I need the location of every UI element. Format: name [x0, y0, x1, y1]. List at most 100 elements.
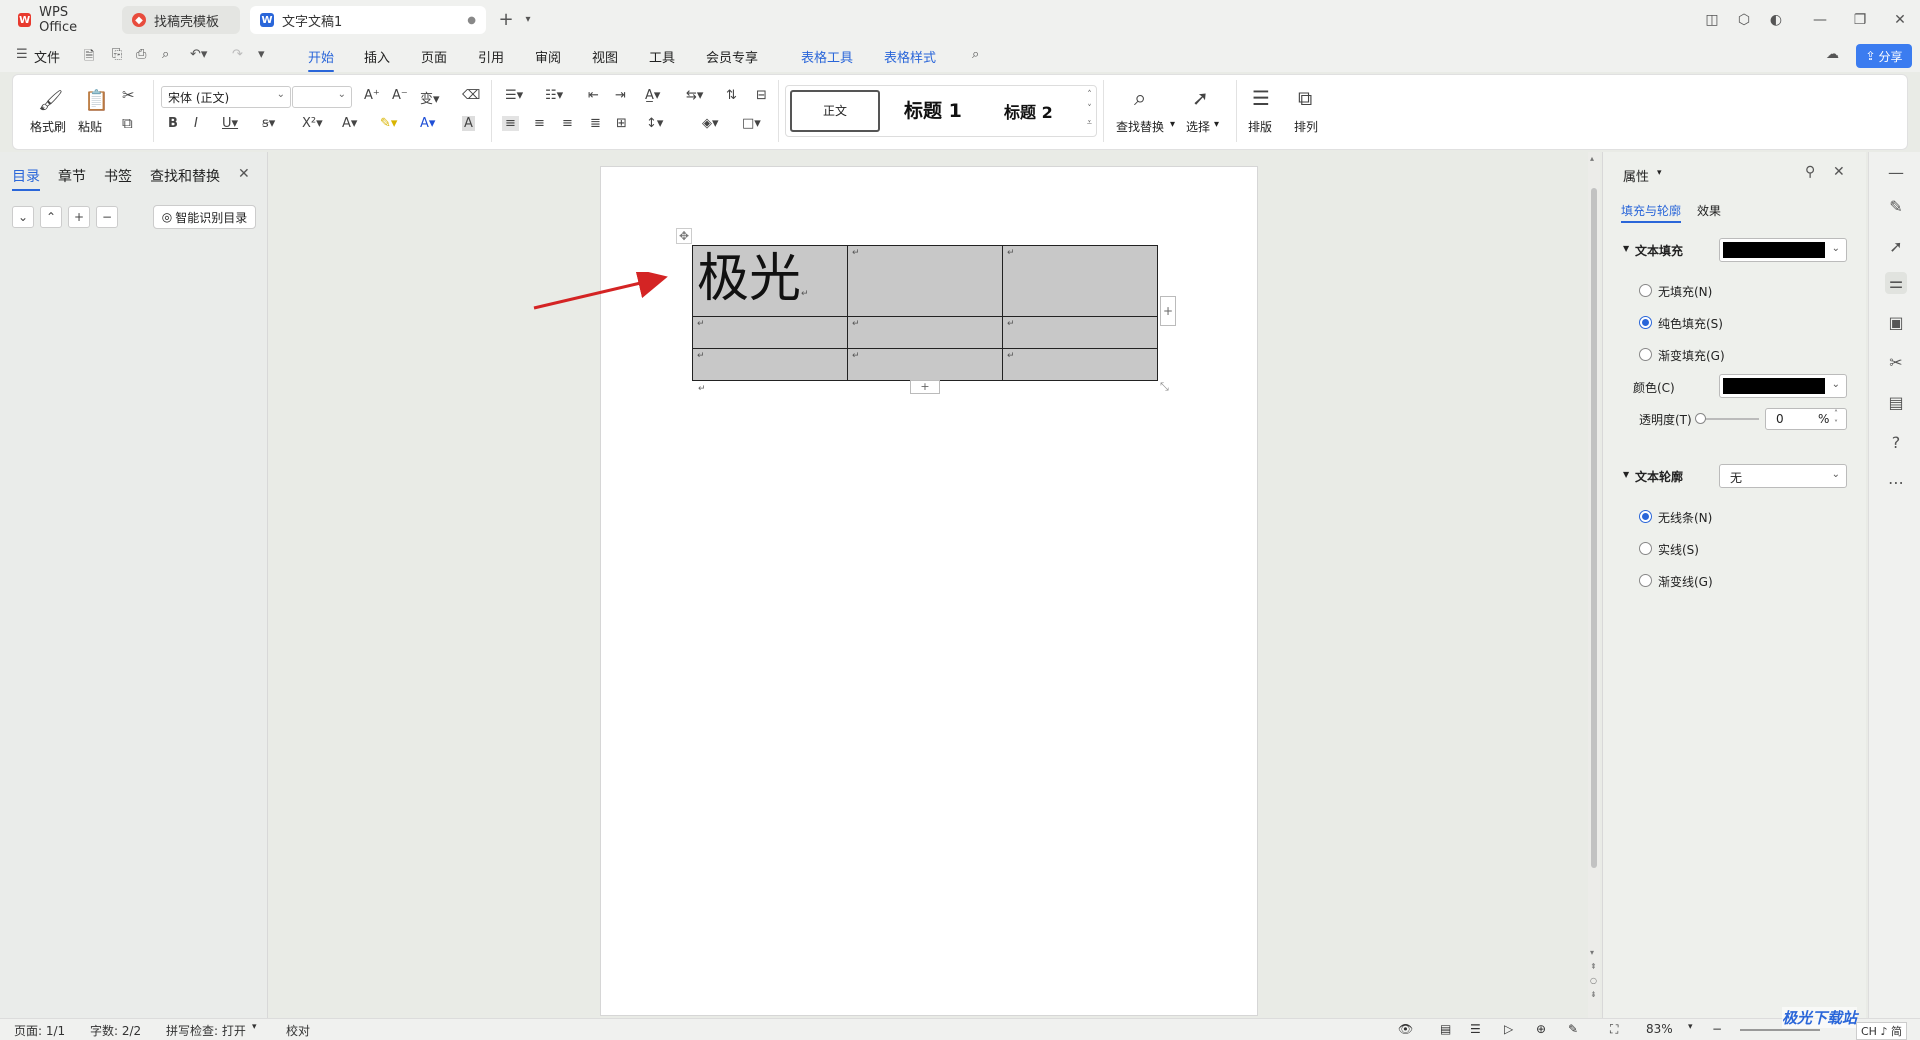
collapse-triangle-icon[interactable]: ▼	[1623, 470, 1629, 479]
font-name-select[interactable]: 宋体 (正文) ⌄	[161, 86, 291, 108]
menu-table-tools[interactable]: 表格工具	[801, 47, 853, 66]
align-left-icon[interactable]: ≡	[502, 116, 519, 131]
menu-member[interactable]: 会员专享	[706, 47, 758, 66]
text-direction-icon[interactable]: A̲▾	[645, 88, 660, 103]
table-cell[interactable]: ↵	[692, 316, 848, 349]
table-cell[interactable]: ↵	[1002, 245, 1158, 317]
vertical-scrollbar[interactable]: ▴ ▾ ⇞ ○ ⇟	[1588, 152, 1600, 1018]
chevron-down-icon[interactable]: ▾	[1170, 119, 1175, 130]
sort-icon[interactable]: ⇅	[726, 88, 737, 103]
chevron-down-icon[interactable]: ▾	[518, 10, 538, 30]
font-color-icon[interactable]: A▾	[420, 116, 435, 131]
scroll-up-icon[interactable]: ▴	[1590, 154, 1594, 163]
zoom-level[interactable]: 83%	[1646, 1022, 1673, 1036]
outdent-icon[interactable]: ⇤	[588, 88, 599, 103]
color-select[interactable]: ⌄	[1719, 374, 1847, 398]
eye-icon[interactable]: 👁	[1398, 1022, 1413, 1036]
resize-handle-icon[interactable]: ⤡	[1160, 380, 1169, 394]
tools-icon[interactable]: ✂	[1885, 352, 1907, 374]
properties-icon[interactable]: ⚌	[1885, 272, 1907, 294]
collapse-triangle-icon[interactable]: ▼	[1623, 244, 1629, 253]
gallery-scroll-icon[interactable]: ˄ ˅ ⩡	[1087, 88, 1092, 130]
pen-view-icon[interactable]: ✎	[1568, 1022, 1578, 1036]
play-icon[interactable]: ▷	[1504, 1022, 1513, 1036]
collapse-up-icon[interactable]: ⌃	[40, 206, 62, 228]
chevron-down-icon[interactable]: ▾	[1214, 119, 1219, 130]
page-indicator[interactable]: 页面: 1/1	[14, 1022, 65, 1039]
table-cell[interactable]: ↵	[1002, 348, 1158, 381]
cube-icon[interactable]: ⬡	[1734, 10, 1754, 30]
font-grow-icon[interactable]: A⁺	[364, 88, 380, 103]
style-heading2[interactable]: 标题 2	[1004, 99, 1053, 123]
document-table[interactable]: 极光↵ ↵ ↵ ↵ ↵ ↵ ↵ ↵ ↵	[692, 245, 1158, 381]
font-size-select[interactable]: ⌄	[292, 86, 352, 108]
new-tab-icon[interactable]: +	[496, 10, 516, 30]
indent-icon[interactable]: ⇥	[615, 88, 626, 103]
table-cell[interactable]: ↵	[847, 316, 1003, 349]
tab-wps-office[interactable]: W WPS Office	[8, 5, 116, 35]
copy-icon[interactable]: ⧉	[122, 114, 133, 132]
highlight-icon[interactable]: ✎▾	[380, 116, 397, 131]
hamburger-icon[interactable]: ☰	[16, 47, 28, 62]
menu-file[interactable]: 文件	[34, 47, 60, 66]
chevron-down-icon[interactable]: ▾	[1657, 168, 1662, 178]
paste-button[interactable]: 粘贴	[78, 118, 102, 135]
zoom-out-icon[interactable]: −	[1712, 1022, 1722, 1036]
more-chevron-icon[interactable]: ▾	[258, 47, 265, 62]
text-outline-select[interactable]: 无 ⌄	[1719, 464, 1847, 488]
tab-chapter[interactable]: 章节	[58, 166, 86, 186]
table-cell[interactable]: ↵	[847, 245, 1003, 317]
redo-icon[interactable]: ↷	[232, 47, 243, 62]
bullet-list-icon[interactable]: ☰▾	[505, 88, 523, 103]
pen-icon[interactable]: ✎	[1885, 196, 1907, 218]
save-icon[interactable]: 🗎	[84, 47, 94, 69]
menu-references[interactable]: 引用	[478, 47, 504, 66]
cell-text[interactable]: 极光	[697, 249, 801, 309]
chevron-down-icon[interactable]: ▾	[1688, 1022, 1693, 1032]
table-cell[interactable]: ↵	[692, 348, 848, 381]
close-icon[interactable]: ✕	[1833, 164, 1845, 180]
transparency-input[interactable]: 0 % ˄ ˅	[1765, 408, 1847, 430]
char-shading-icon[interactable]: A	[462, 116, 475, 131]
superscript-icon[interactable]: X²▾	[302, 116, 323, 131]
help-icon[interactable]: ?	[1885, 432, 1907, 454]
tab-fill-outline[interactable]: 填充与轮廓	[1621, 202, 1682, 223]
distribute-icon[interactable]: ⊞	[616, 116, 627, 131]
underline-icon[interactable]: U▾	[222, 116, 238, 131]
scroll-thumb[interactable]	[1591, 188, 1597, 868]
share-button[interactable]: ⇪ 分享	[1856, 44, 1912, 68]
ime-indicator[interactable]: CH ♪ 简	[1856, 1022, 1907, 1040]
chevron-down-icon[interactable]: ▾	[252, 1022, 257, 1032]
add-row-icon[interactable]: +	[910, 380, 940, 394]
cut-icon[interactable]: ✂	[122, 86, 135, 104]
border-icon[interactable]: □▾	[742, 116, 761, 131]
select-button[interactable]: 选择	[1186, 118, 1210, 135]
menu-home[interactable]: 开始	[308, 47, 335, 72]
radio-gradient-fill[interactable]	[1639, 348, 1652, 361]
tab-stop-icon[interactable]: ⊟	[756, 88, 767, 103]
layout-icon[interactable]: ◫	[1702, 10, 1722, 30]
close-panel-icon[interactable]: ✕	[238, 166, 250, 182]
format-painter-button[interactable]: 格式刷	[30, 118, 66, 135]
more-icon[interactable]: ⋯	[1885, 472, 1907, 494]
fit-page-icon[interactable]: ⛶	[1610, 1022, 1618, 1037]
radio-no-line[interactable]	[1639, 510, 1652, 523]
tab-document[interactable]: W 文字文稿1 ●	[250, 6, 486, 34]
stepper-icon[interactable]: ˄ ˅	[1834, 409, 1838, 429]
close-icon[interactable]: ✕	[1890, 10, 1910, 30]
justify-icon[interactable]: ≣	[590, 116, 601, 131]
menu-page[interactable]: 页面	[421, 47, 447, 66]
remove-level-icon[interactable]: −	[96, 206, 118, 228]
menu-view[interactable]: 视图	[592, 47, 618, 66]
tab-find-replace[interactable]: 查找和替换	[150, 166, 220, 186]
line-spacing-icon[interactable]: ↕▾	[646, 116, 663, 131]
shading-icon[interactable]: ◈▾	[702, 116, 719, 131]
page-view-icon[interactable]: ▤	[1440, 1022, 1451, 1036]
zoom-slider[interactable]	[1740, 1029, 1820, 1031]
proofread[interactable]: 校对	[286, 1022, 310, 1039]
smart-toc-button[interactable]: ◎ 智能识别目录	[153, 205, 256, 229]
text-effect-icon[interactable]: A▾	[342, 116, 357, 131]
radio-gradient-line[interactable]	[1639, 574, 1652, 587]
tab-effects[interactable]: 效果	[1697, 202, 1721, 219]
sort-direction-icon[interactable]: ⇆▾	[686, 88, 703, 103]
